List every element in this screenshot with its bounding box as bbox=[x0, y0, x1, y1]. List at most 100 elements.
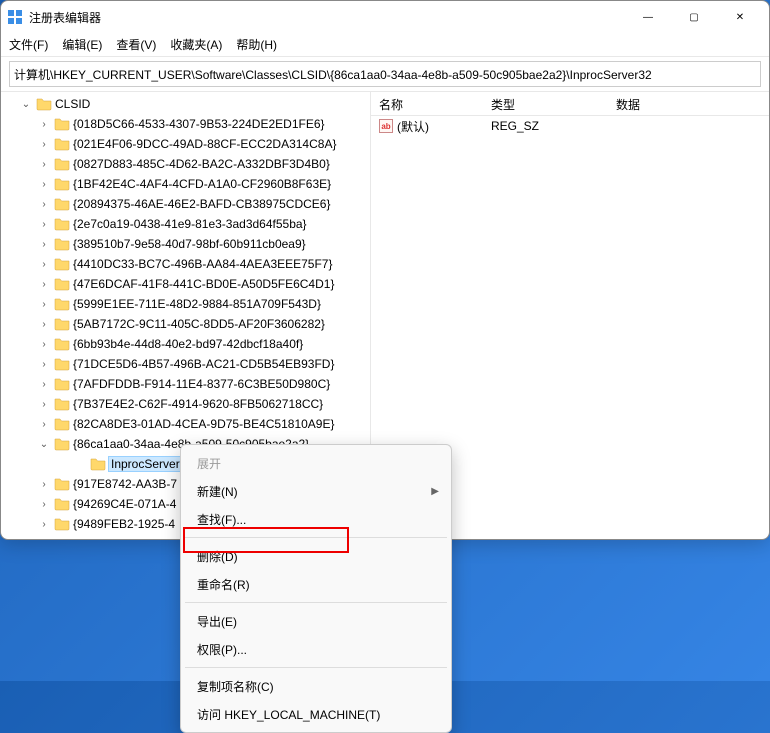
folder-icon bbox=[54, 377, 70, 391]
close-button[interactable]: ✕ bbox=[717, 2, 763, 32]
menu-help[interactable]: 帮助(H) bbox=[236, 36, 277, 53]
tree-twisty-icon[interactable]: › bbox=[37, 499, 51, 510]
folder-icon bbox=[54, 417, 70, 431]
tree-twisty-icon[interactable]: › bbox=[37, 379, 51, 390]
tree-node[interactable]: › {021E4F06-9DCC-49AD-88CF-ECC2DA314C8A} bbox=[1, 134, 370, 154]
tree-twisty-icon[interactable]: › bbox=[37, 259, 51, 270]
tree-node[interactable]: › {5AB7172C-9C11-405C-8DD5-AF20F3606282} bbox=[1, 314, 370, 334]
folder-icon bbox=[54, 237, 70, 251]
tree-twisty-icon[interactable]: › bbox=[37, 119, 51, 130]
ctx-delete[interactable]: 删除(D) bbox=[181, 542, 451, 570]
maximize-button[interactable]: ▢ bbox=[671, 2, 717, 32]
ctx-new[interactable]: 新建(N)▶ bbox=[181, 477, 451, 505]
tree-node[interactable]: › {20894375-46AE-46E2-BAFD-CB38975CDCE6} bbox=[1, 194, 370, 214]
window-controls: — ▢ ✕ bbox=[625, 2, 763, 32]
menu-favorites[interactable]: 收藏夹(A) bbox=[170, 36, 222, 53]
column-data[interactable]: 数据 bbox=[608, 92, 769, 115]
folder-icon bbox=[54, 397, 70, 411]
tree-twisty-icon[interactable]: › bbox=[37, 299, 51, 310]
tree-node[interactable]: ›{0827D883-485C-4D62-BA2C-A332DBF3D4B0} bbox=[1, 154, 370, 174]
chevron-right-icon: ▶ bbox=[431, 486, 439, 497]
tree-node-label: {9489FEB2-1925-4 bbox=[73, 517, 175, 531]
tree-node-label: {7B37E4E2-C62F-4914-9620-8FB5062718CC} bbox=[73, 397, 323, 411]
tree-node-label: {82CA8DE3-01AD-4CEA-9D75-BE4C51810A9E} bbox=[73, 417, 335, 431]
tree-twisty-icon[interactable]: ⌄ bbox=[19, 99, 33, 110]
tree-twisty-icon[interactable]: › bbox=[37, 199, 51, 210]
tree-node-label: {47E6DCAF-41F8-441C-BD0E-A50D5FE6C4D1} bbox=[73, 277, 334, 291]
tree-node-label: {1BF42E4C-4AF4-4CFD-A1A0-CF2960B8F63E} bbox=[73, 177, 331, 191]
tree-node[interactable]: › {1BF42E4C-4AF4-4CFD-A1A0-CF2960B8F63E} bbox=[1, 174, 370, 194]
menu-separator bbox=[185, 537, 447, 538]
menu-file[interactable]: 文件(F) bbox=[9, 36, 48, 53]
folder-icon bbox=[54, 297, 70, 311]
menu-separator bbox=[185, 602, 447, 603]
tree-twisty-icon[interactable]: › bbox=[37, 339, 51, 350]
tree-node-label: {917E8742-AA3B-7 bbox=[73, 477, 177, 491]
address-bar[interactable]: 计算机\HKEY_CURRENT_USER\Software\Classes\C… bbox=[9, 61, 761, 87]
tree-node[interactable]: › {47E6DCAF-41F8-441C-BD0E-A50D5FE6C4D1} bbox=[1, 274, 370, 294]
menu-edit[interactable]: 编辑(E) bbox=[62, 36, 102, 53]
ctx-permissions[interactable]: 权限(P)... bbox=[181, 635, 451, 663]
list-header: 名称 类型 数据 bbox=[371, 92, 769, 116]
folder-icon bbox=[54, 197, 70, 211]
tree-twisty-icon[interactable]: › bbox=[37, 519, 51, 530]
folder-icon bbox=[54, 117, 70, 131]
tree-node[interactable]: › {82CA8DE3-01AD-4CEA-9D75-BE4C51810A9E} bbox=[1, 414, 370, 434]
ctx-goto-hklm[interactable]: 访问 HKEY_LOCAL_MACHINE(T) bbox=[181, 700, 451, 728]
tree-node-label: {021E4F06-9DCC-49AD-88CF-ECC2DA314C8A} bbox=[73, 137, 336, 151]
minimize-button[interactable]: — bbox=[625, 2, 671, 32]
tree-node[interactable]: › {7B37E4E2-C62F-4914-9620-8FB5062718CC} bbox=[1, 394, 370, 414]
tree-node[interactable]: ›{018D5C66-4533-4307-9B53-224DE2ED1FE6} bbox=[1, 114, 370, 134]
tree-node[interactable]: ›{5999E1EE-711E-48D2-9884-851A709F543D} bbox=[1, 294, 370, 314]
tree-twisty-icon[interactable]: › bbox=[37, 419, 51, 430]
cell-type: REG_SZ bbox=[483, 119, 608, 133]
tree-twisty-icon[interactable]: › bbox=[37, 239, 51, 250]
folder-icon bbox=[54, 337, 70, 351]
tree-node[interactable]: ›{4410DC33-BC7C-496B-AA84-4AEA3EEE75F7} bbox=[1, 254, 370, 274]
tree-node-label: {71DCE5D6-4B57-496B-AC21-CD5B54EB93FD} bbox=[73, 357, 334, 371]
tree-node-label: {7AFDFDDB-F914-11E4-8377-6C3BE50D980C} bbox=[73, 377, 330, 391]
tree-node[interactable]: ›{6bb93b4e-44d8-40e2-bd97-42dbcf18a40f} bbox=[1, 334, 370, 354]
folder-icon bbox=[54, 437, 70, 451]
tree-node[interactable]: › {7AFDFDDB-F914-11E4-8377-6C3BE50D980C} bbox=[1, 374, 370, 394]
tree-twisty-icon[interactable]: ⌄ bbox=[37, 439, 51, 450]
folder-icon bbox=[54, 517, 70, 531]
tree-node[interactable]: ⌄ CLSID bbox=[1, 94, 370, 114]
tree-node-label: {5AB7172C-9C11-405C-8DD5-AF20F3606282} bbox=[73, 317, 325, 331]
titlebar[interactable]: 注册表编辑器 — ▢ ✕ bbox=[1, 1, 769, 33]
tree-twisty-icon[interactable]: › bbox=[37, 399, 51, 410]
folder-icon bbox=[54, 317, 70, 331]
folder-icon bbox=[54, 137, 70, 151]
tree-node[interactable]: › {71DCE5D6-4B57-496B-AC21-CD5B54EB93FD} bbox=[1, 354, 370, 374]
tree-twisty-icon[interactable]: › bbox=[37, 179, 51, 190]
tree-twisty-icon[interactable]: › bbox=[37, 139, 51, 150]
tree-node-label: {94269C4E-071A-4 bbox=[73, 497, 176, 511]
ctx-find[interactable]: 查找(F)... bbox=[181, 505, 451, 533]
tree-node-label: {20894375-46AE-46E2-BAFD-CB38975CDCE6} bbox=[73, 197, 331, 211]
tree-twisty-icon[interactable]: › bbox=[37, 159, 51, 170]
tree-node[interactable]: ›{2e7c0a19-0438-41e9-81e3-3ad3d64f55ba} bbox=[1, 214, 370, 234]
ctx-copy-key-name[interactable]: 复制项名称(C) bbox=[181, 672, 451, 700]
tree-twisty-icon[interactable]: › bbox=[37, 359, 51, 370]
ctx-export[interactable]: 导出(E) bbox=[181, 607, 451, 635]
tree-node[interactable]: ›{389510b7-9e58-40d7-98bf-60b911cb0ea9} bbox=[1, 234, 370, 254]
column-type[interactable]: 类型 bbox=[483, 92, 608, 115]
tree-node-label: CLSID bbox=[55, 97, 90, 111]
menu-view[interactable]: 查看(V) bbox=[116, 36, 156, 53]
ctx-rename[interactable]: 重命名(R) bbox=[181, 570, 451, 598]
folder-icon bbox=[54, 497, 70, 511]
tree-twisty-icon[interactable]: › bbox=[37, 319, 51, 330]
app-icon bbox=[7, 9, 23, 25]
tree-twisty-icon[interactable]: › bbox=[37, 279, 51, 290]
folder-icon bbox=[54, 217, 70, 231]
folder-icon bbox=[54, 277, 70, 291]
folder-icon bbox=[90, 457, 106, 471]
folder-icon bbox=[54, 477, 70, 491]
address-text: 计算机\HKEY_CURRENT_USER\Software\Classes\C… bbox=[14, 66, 652, 83]
column-name[interactable]: 名称 bbox=[371, 92, 483, 115]
tree-twisty-icon[interactable]: › bbox=[37, 479, 51, 490]
folder-icon bbox=[54, 357, 70, 371]
list-row[interactable]: ab(默认)REG_SZ bbox=[371, 116, 769, 136]
tree-twisty-icon[interactable]: › bbox=[37, 219, 51, 230]
ctx-expand: 展开 bbox=[181, 449, 451, 477]
